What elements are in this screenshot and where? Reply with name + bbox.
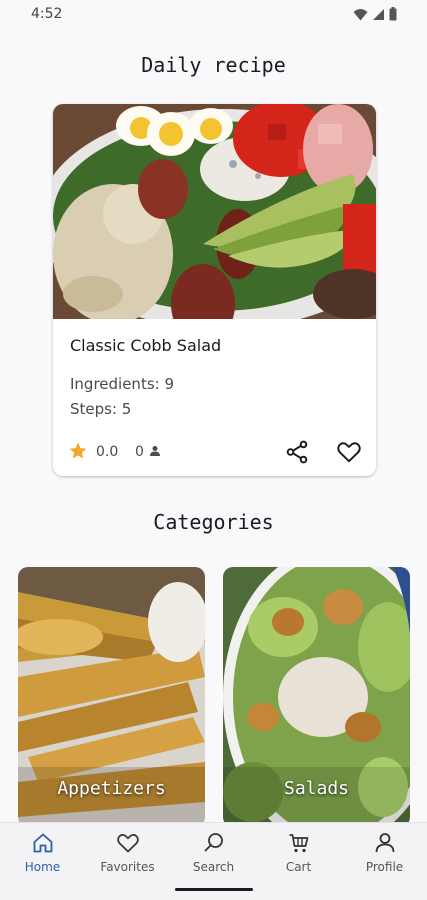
categories-title: Categories: [153, 510, 274, 534]
nav-profile[interactable]: Profile: [342, 831, 427, 874]
rating-user-count: 0: [135, 444, 144, 460]
battery-icon: [389, 7, 397, 21]
status-time: 4:52: [31, 6, 63, 22]
signal-icon: [373, 8, 384, 20]
daily-recipe-title: Daily recipe: [141, 53, 286, 77]
favorite-heart-icon[interactable]: [336, 439, 362, 465]
home-icon: [33, 833, 52, 853]
nav-cart[interactable]: Cart: [256, 831, 341, 874]
share-icon[interactable]: [284, 439, 310, 465]
recipe-image: [53, 104, 376, 319]
nav-label-home: Home: [24, 860, 61, 874]
recipe-name: Classic Cobb Salad: [70, 336, 222, 355]
nav-search[interactable]: Search: [171, 831, 256, 874]
nav-label-cart: Cart: [285, 860, 312, 874]
nav-label-profile: Profile: [365, 860, 404, 874]
recipe-steps: Steps: 5: [70, 400, 132, 418]
gesture-home-indicator[interactable]: [175, 888, 253, 891]
nav-favorites[interactable]: Favorites: [85, 831, 170, 874]
heart-icon: [116, 834, 139, 853]
nav-home[interactable]: Home: [0, 831, 85, 874]
recipe-card-footer: 0.0 0: [53, 436, 376, 466]
star-icon: [69, 442, 87, 459]
category-tile-appetizers[interactable]: Appetizers: [18, 567, 205, 827]
wifi-icon: [353, 8, 368, 20]
cart-icon: [289, 834, 308, 853]
profile-icon: [375, 833, 394, 853]
person-icon: [150, 446, 160, 456]
status-bar: 4:52: [0, 0, 427, 30]
rating-value: 0.0: [96, 444, 119, 460]
search-icon: [204, 833, 223, 852]
recipe-ingredients: Ingredients: 9: [70, 375, 175, 393]
status-icons: [353, 7, 397, 21]
nav-label-search: Search: [192, 860, 235, 874]
daily-recipe-card[interactable]: Classic Cobb Salad Ingredients: 9 Steps:…: [53, 104, 376, 476]
category-tile-salads[interactable]: Salads: [223, 567, 410, 827]
category-label-salads: Salads: [283, 778, 350, 799]
nav-label-favorites: Favorites: [100, 860, 155, 874]
category-label-appetizers: Appetizers: [57, 778, 166, 799]
